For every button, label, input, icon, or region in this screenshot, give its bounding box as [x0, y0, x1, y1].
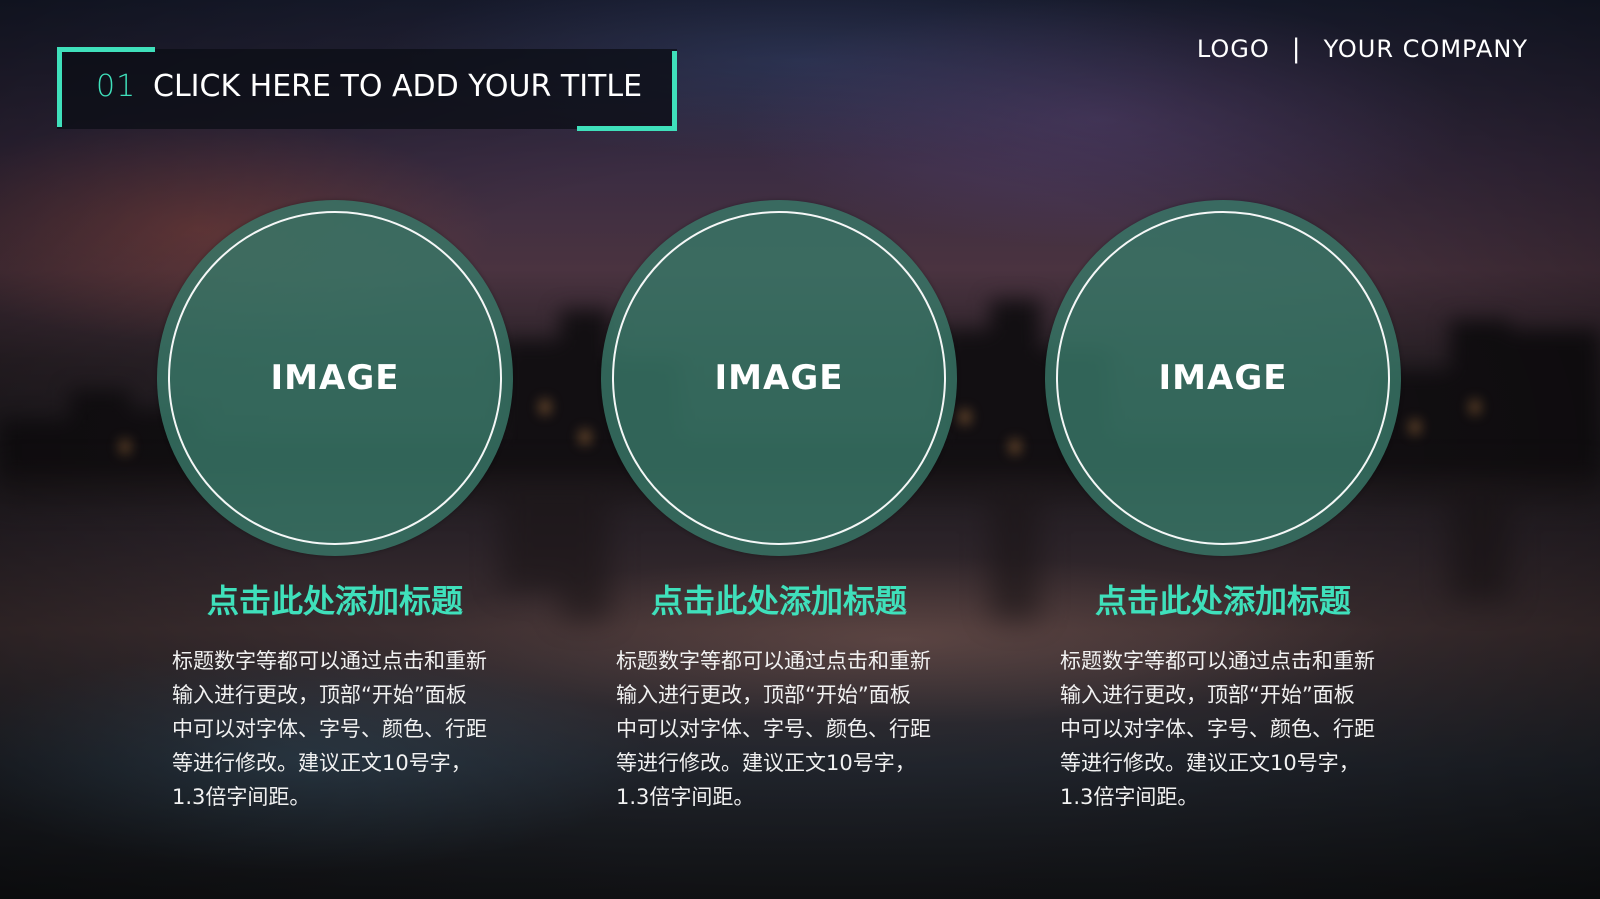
logo-bar: LOGO | YOUR COMPANY	[1197, 34, 1528, 64]
body-line: 1.3倍字间距。	[172, 785, 311, 809]
image-placeholder-label: IMAGE	[714, 358, 844, 398]
title-block[interactable]: 01 CLICK HERE TO ADD YOUR TITLE	[57, 47, 677, 131]
image-placeholder-label: IMAGE	[1158, 358, 1288, 398]
body-line: 输入进行更改，顶部“开始”面板	[616, 683, 911, 707]
body-line: 中可以对字体、字号、颜色、行距	[616, 717, 931, 741]
body-line: 1.3倍字间距。	[616, 785, 755, 809]
body-line: 输入进行更改，顶部“开始”面板	[172, 683, 467, 707]
logo-text: LOGO	[1196, 35, 1270, 63]
image-placeholder-label: IMAGE	[270, 358, 400, 398]
column-heading[interactable]: 点击此处添加标题	[117, 576, 553, 622]
body-line: 等进行修改。建议正文10号字，	[616, 751, 916, 775]
section-number: 01	[96, 69, 137, 104]
slide-title[interactable]: CLICK HERE TO ADD YOUR TITLE	[153, 69, 642, 104]
body-line: 1.3倍字间距。	[1060, 785, 1199, 809]
column-body-text[interactable]: 标题数字等都可以通过点击和重新 输入进行更改，顶部“开始”面板 中可以对字体、字…	[1060, 644, 1400, 814]
body-line: 标题数字等都可以通过点击和重新	[616, 649, 931, 673]
body-line: 中可以对字体、字号、颜色、行距	[1060, 717, 1375, 741]
company-name: YOUR COMPANY	[1323, 35, 1528, 63]
body-line: 标题数字等都可以通过点击和重新	[1060, 649, 1375, 673]
body-line: 输入进行更改，顶部“开始”面板	[1060, 683, 1355, 707]
body-line: 等进行修改。建议正文10号字，	[172, 751, 472, 775]
body-line: 等进行修改。建议正文10号字，	[1060, 751, 1360, 775]
column-body-text[interactable]: 标题数字等都可以通过点击和重新 输入进行更改，顶部“开始”面板 中可以对字体、字…	[616, 644, 956, 814]
column-heading[interactable]: 点击此处添加标题	[1005, 576, 1441, 622]
column-body-text[interactable]: 标题数字等都可以通过点击和重新 输入进行更改，顶部“开始”面板 中可以对字体、字…	[172, 644, 512, 814]
logo-separator: |	[1291, 34, 1302, 64]
body-line: 标题数字等都可以通过点击和重新	[172, 649, 487, 673]
column-heading[interactable]: 点击此处添加标题	[561, 576, 997, 622]
body-line: 中可以对字体、字号、颜色、行距	[172, 717, 487, 741]
